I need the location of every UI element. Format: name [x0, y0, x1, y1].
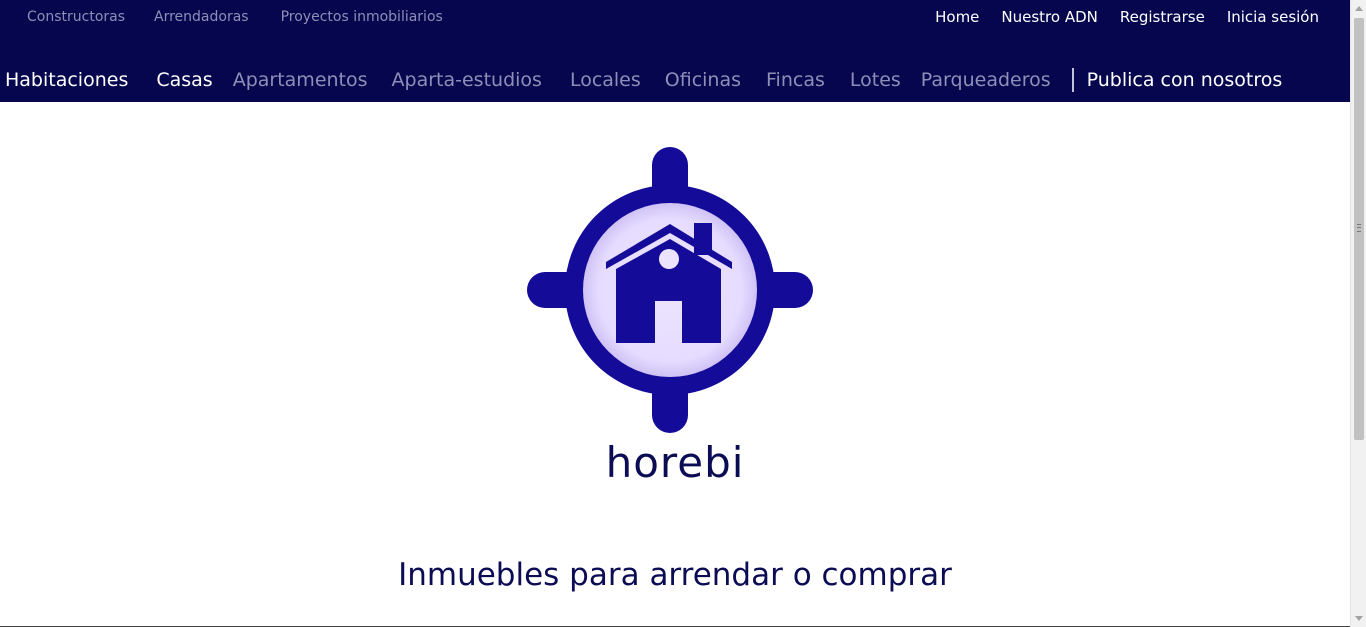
- login-link[interactable]: Inicia sesión: [1227, 7, 1319, 27]
- grip-icon: [1357, 224, 1361, 232]
- category-parqueaderos[interactable]: Parqueaderos: [921, 66, 1051, 94]
- category-lotes[interactable]: Lotes: [850, 66, 901, 94]
- register-link[interactable]: Registrarse: [1120, 7, 1205, 27]
- page-tagline: Inmuebles para arrendar o comprar: [398, 557, 952, 593]
- account-nav: Home Nuestro ADN Registrarse Inicia sesi…: [913, 7, 1319, 27]
- secondary-nav-left: Constructoras Arrendadoras Proyectos inm…: [27, 8, 443, 26]
- category-apartamentos[interactable]: Apartamentos: [233, 66, 368, 94]
- category-locales[interactable]: Locales: [570, 66, 641, 94]
- scrollbar-thumb[interactable]: [1354, 18, 1364, 440]
- publish-with-us-link[interactable]: Publica con nosotros: [1087, 66, 1283, 94]
- category-casas[interactable]: Casas: [156, 66, 212, 94]
- page: Constructoras Arrendadoras Proyectos inm…: [0, 0, 1366, 627]
- scroll-up-arrow-icon[interactable]: [1355, 6, 1363, 11]
- scroll-down-arrow-icon[interactable]: [1355, 616, 1363, 621]
- logo-graphic: [527, 147, 813, 433]
- nav-link-nuestro-adn[interactable]: Nuestro ADN: [1001, 7, 1097, 27]
- category-aparta-estudios[interactable]: Aparta-estudios: [392, 66, 542, 94]
- vertical-scrollbar[interactable]: [1350, 0, 1366, 627]
- category-nav: Habitaciones Casas Apartamentos Aparta-e…: [5, 66, 1282, 94]
- nav-link-constructoras[interactable]: Constructoras: [27, 8, 125, 26]
- house-target-icon: [527, 147, 813, 433]
- nav-link-proyectos-inmobiliarios[interactable]: Proyectos inmobiliarios: [281, 8, 443, 26]
- nav-link-home[interactable]: Home: [935, 7, 979, 27]
- nav-link-arrendadoras[interactable]: Arrendadoras: [154, 8, 249, 26]
- category-fincas[interactable]: Fincas: [766, 66, 825, 94]
- category-habitaciones[interactable]: Habitaciones: [5, 66, 128, 94]
- site-header: Constructoras Arrendadoras Proyectos inm…: [0, 0, 1350, 102]
- category-oficinas[interactable]: Oficinas: [665, 66, 741, 94]
- nav-divider: [1071, 68, 1074, 92]
- brand-name: horebi: [605, 438, 745, 487]
